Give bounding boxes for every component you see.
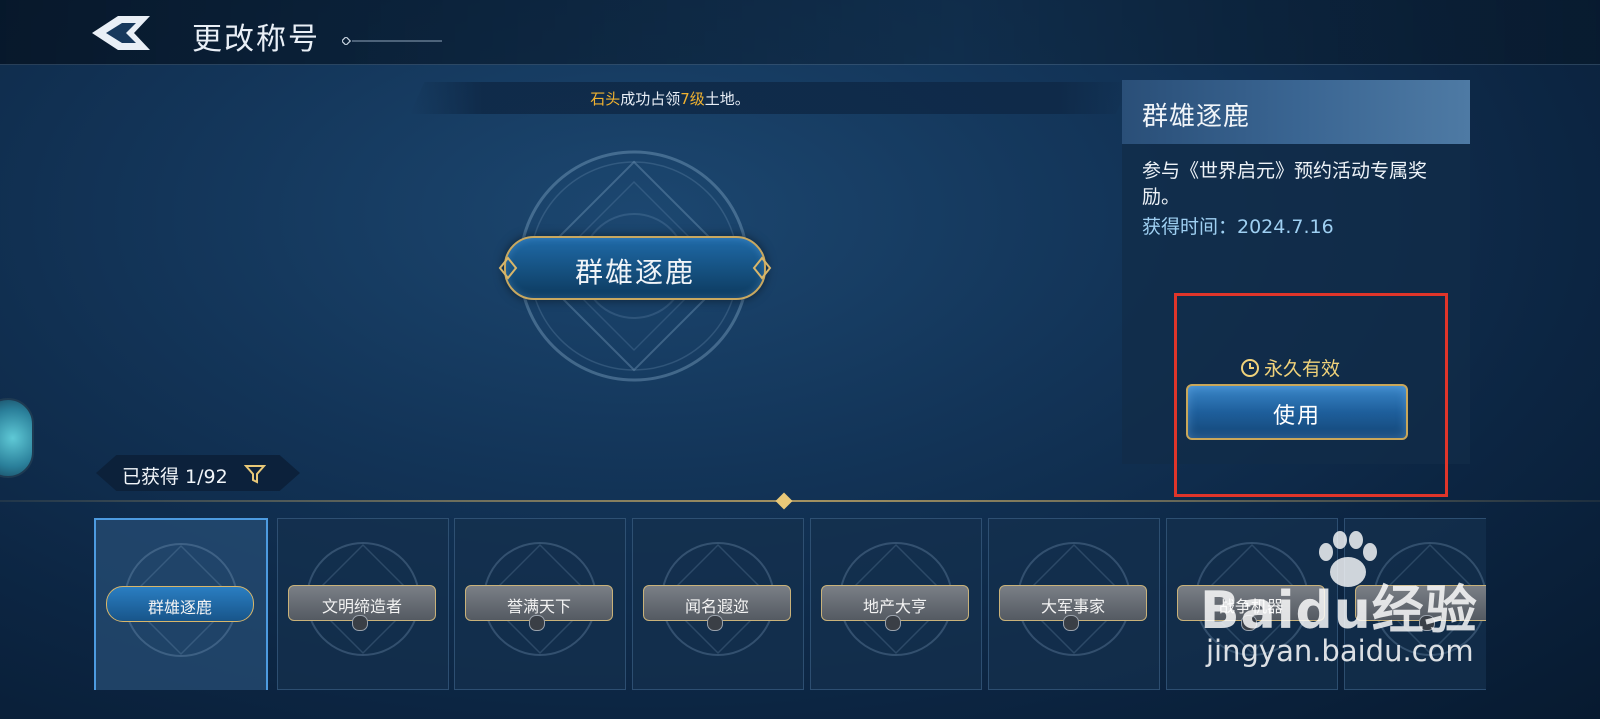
notice-player-name: 石头 <box>590 90 621 108</box>
back-icon[interactable] <box>88 12 156 54</box>
detail-header: 群雄逐鹿 <box>1122 80 1470 144</box>
divider-gem-icon <box>775 492 793 510</box>
card-label: 群雄逐鹿 <box>147 598 212 617</box>
title-card[interactable]: 大军事家 <box>988 518 1160 690</box>
broadcast-notice: 石头成功占领7级土地。 <box>410 82 1130 114</box>
lock-icon <box>1419 615 1435 631</box>
notice-text: 石头成功占领7级土地。 <box>410 88 1130 109</box>
title-card[interactable]: 誉满天下 <box>454 518 626 690</box>
owned-count-badge: 已获得 1/92 <box>96 455 300 491</box>
top-bar: 更改称号 <box>0 0 1600 65</box>
card-label-plate: 群雄逐鹿 <box>106 586 254 622</box>
lock-icon <box>707 615 723 631</box>
annotation-highlight-box <box>1174 293 1448 497</box>
card-label: 誉满天下 <box>506 597 571 616</box>
lock-icon <box>1241 615 1257 631</box>
card-label-plate <box>1355 585 1486 621</box>
notice-level: 7级 <box>680 90 705 108</box>
detail-title: 群雄逐鹿 <box>1142 102 1251 132</box>
title-card[interactable]: 战争机器 <box>1166 518 1338 690</box>
lock-icon <box>1063 615 1079 631</box>
card-label: 战争机器 <box>1218 597 1283 616</box>
title-card[interactable]: 地产大亨 <box>810 518 982 690</box>
notice-middle: 成功占领 <box>620 90 681 108</box>
title-card[interactable]: 群雄逐鹿 <box>94 518 268 690</box>
section-divider <box>0 500 1600 502</box>
owned-count-text: 已获得 1/92 <box>122 466 228 488</box>
current-title-plate: 群雄逐鹿 <box>498 236 772 300</box>
lock-icon <box>529 615 545 631</box>
lock-icon <box>885 615 901 631</box>
current-title-text: 群雄逐鹿 <box>574 256 695 289</box>
lock-icon <box>352 615 368 631</box>
filter-icon[interactable] <box>244 463 266 485</box>
card-label: 大军事家 <box>1040 597 1105 616</box>
title-card[interactable]: 闻名遐迩 <box>632 518 804 690</box>
plate-right-ornament-icon <box>752 256 772 280</box>
card-label: 地产大亨 <box>862 597 927 616</box>
card-label: 文明缔造者 <box>321 597 402 616</box>
card-label: 闻名遐迩 <box>684 597 749 616</box>
title-ornament-icon <box>340 30 442 49</box>
title-card[interactable] <box>1344 518 1486 690</box>
notice-suffix: 土地。 <box>704 90 750 108</box>
title-card-list: 群雄逐鹿 文明缔造者 誉满天下 闻名遐迩 地产大亨 大军事家 战争机器 <box>94 518 1486 690</box>
acquired-time: 获得时间：2024.7.16 <box>1142 216 1334 238</box>
title-card[interactable]: 文明缔造者 <box>277 518 449 690</box>
detail-description: 参与《世界启元》预约活动专属奖励。 <box>1142 160 1428 208</box>
assistant-avatar[interactable] <box>0 398 34 478</box>
page-title: 更改称号 <box>192 22 320 57</box>
